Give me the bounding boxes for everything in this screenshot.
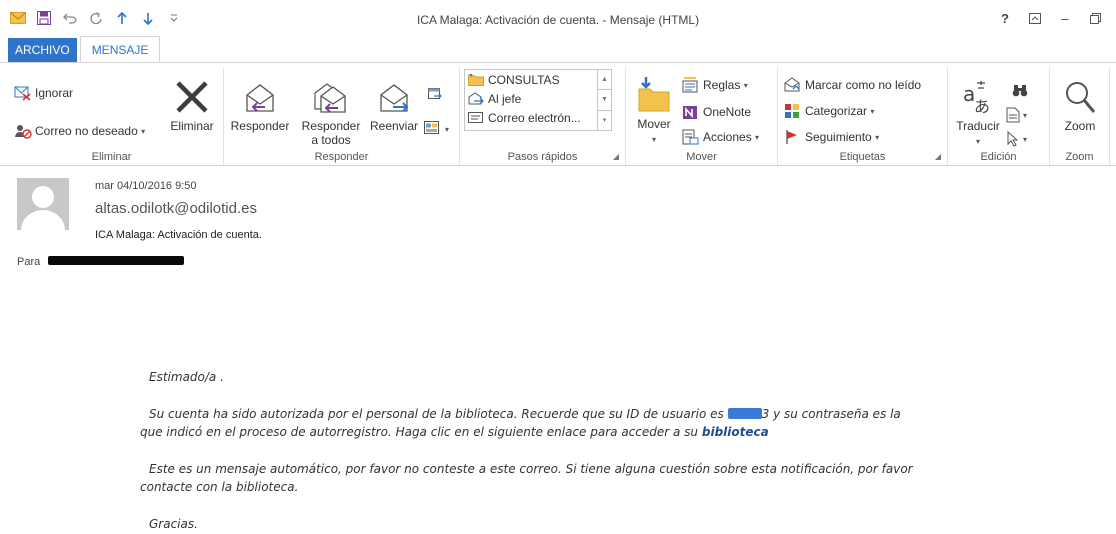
group-label-responder: Responder xyxy=(314,151,369,163)
mail-icon xyxy=(468,112,483,123)
group-label-pasos-rapidos: Pasos rápidos xyxy=(507,151,578,163)
sender-address[interactable]: altas.odilotk@odilotid.es xyxy=(95,200,257,217)
categorize-button[interactable]: Categorizar ▾ xyxy=(784,103,874,119)
group-eliminar: Ignorar Correo no deseado ▾ Eliminar Eli… xyxy=(0,67,224,165)
group-label-mover: Mover xyxy=(686,151,717,163)
delete-button[interactable]: Eliminar xyxy=(164,75,220,133)
group-etiquetas: Marcar como no leído Categorizar ▾ Segui… xyxy=(778,67,948,165)
dialog-launcher-icon[interactable]: ◢ xyxy=(613,152,619,161)
svg-text:あ: あ xyxy=(974,97,990,115)
more-respond-button[interactable]: ▾ xyxy=(424,121,449,137)
reply-all-button[interactable]: Responder a todos xyxy=(294,75,368,147)
related-doc-icon xyxy=(1006,107,1020,123)
related-button[interactable]: ▾ xyxy=(1006,107,1027,123)
onenote-icon xyxy=(683,106,697,119)
tags-dialog-launcher-icon[interactable]: ◢ xyxy=(935,152,941,161)
scroll-down-icon[interactable]: ▼ xyxy=(598,90,611,111)
body-paragraph-1: Su cuenta ha sido autorizada por el pers… xyxy=(140,407,901,439)
quick-steps-scrollbar[interactable]: ▲ ▼ ▾ xyxy=(597,70,611,130)
ignore-button[interactable]: Ignorar xyxy=(14,85,73,101)
restore-button[interactable] xyxy=(1080,10,1110,26)
body-thanks: Gracias. xyxy=(149,517,198,531)
ribbon: Ignorar Correo no deseado ▾ Eliminar Eli… xyxy=(0,62,1116,166)
move-folder-icon xyxy=(638,77,670,112)
tab-mensaje[interactable]: MENSAJE xyxy=(79,36,161,62)
body-paragraph-2: Este es un mensaje automático, por favor… xyxy=(140,462,913,494)
quick-step-al-jefe[interactable]: Al jefe xyxy=(465,89,611,108)
title-bar: ICA Malaga: Activación de cuenta. - Mens… xyxy=(0,0,1116,34)
ribbon-display-options-button[interactable] xyxy=(1020,10,1050,26)
junk-button[interactable]: Correo no deseado ▾ xyxy=(14,123,145,139)
avatar xyxy=(17,178,69,230)
group-label-edicion: Edición xyxy=(980,151,1017,163)
group-mover: Mover ▾ Reglas ▾ OneNote Acciones ▾ Mover xyxy=(626,67,778,165)
quick-step-correo-electronico[interactable]: Correo electrón... xyxy=(465,108,611,127)
message-subject: ICA Malaga: Activación de cuenta. xyxy=(95,229,262,241)
follow-up-button[interactable]: Seguimiento ▾ xyxy=(784,129,879,145)
translate-button[interactable]: a あ Traducir ▾ xyxy=(952,75,1004,149)
rules-button[interactable]: Reglas ▾ xyxy=(682,77,748,93)
folder-icon xyxy=(468,74,484,86)
quick-step-consultas[interactable]: CONSULTAS xyxy=(465,70,611,89)
scroll-up-icon[interactable]: ▲ xyxy=(598,70,611,91)
group-label-eliminar: Eliminar xyxy=(91,151,132,163)
zoom-icon xyxy=(1066,82,1096,113)
user-id-redaction xyxy=(727,408,762,419)
group-edicion: a あ Traducir ▾ ▾ ▾ Edición xyxy=(948,67,1050,165)
binoculars-icon xyxy=(1012,85,1028,97)
group-pasos-rapidos: CONSULTAS Al jefe Correo electrón... ▲ ▼… xyxy=(460,67,626,165)
translate-icon: a あ xyxy=(963,81,990,115)
select-button[interactable]: ▾ xyxy=(1006,131,1027,147)
categorize-icon xyxy=(785,104,799,118)
group-label-zoom: Zoom xyxy=(1065,151,1094,163)
reply-icon xyxy=(246,84,274,112)
im-icon xyxy=(424,121,439,134)
actions-button[interactable]: Acciones ▾ xyxy=(682,129,759,145)
tab-archivo[interactable]: ARCHIVO xyxy=(8,38,77,62)
to-label: Para xyxy=(17,256,41,268)
group-zoom: Zoom Zoom xyxy=(1050,67,1110,165)
minimize-button[interactable]: – xyxy=(1050,10,1080,26)
rules-icon xyxy=(682,77,698,93)
forward-icon xyxy=(380,84,409,112)
recipient-redaction xyxy=(48,256,184,265)
find-button[interactable] xyxy=(1012,83,1031,97)
flag-icon xyxy=(786,130,797,144)
group-responder: Responder Responder a todos Reenviar ▾ R… xyxy=(224,67,460,165)
reply-all-icon xyxy=(314,83,346,113)
group-label-etiquetas: Etiquetas xyxy=(839,151,886,163)
meeting-reply-icon[interactable] xyxy=(428,87,445,100)
actions-icon xyxy=(682,129,699,145)
forward-mail-icon xyxy=(468,92,484,105)
cursor-icon xyxy=(1007,131,1019,147)
quick-steps-gallery: CONSULTAS Al jefe Correo electrón... ▲ ▼… xyxy=(464,69,612,131)
help-button[interactable]: ? xyxy=(990,10,1020,26)
reply-button[interactable]: Responder xyxy=(228,75,292,133)
onenote-button[interactable]: OneNote xyxy=(682,104,751,120)
message-date: mar 04/10/2016 9:50 xyxy=(95,180,197,192)
delete-icon xyxy=(176,81,208,113)
ignore-icon xyxy=(14,86,31,101)
window-title: ICA Malaga: Activación de cuenta. - Mens… xyxy=(416,13,700,27)
junk-icon xyxy=(15,125,32,139)
ribbon-tabs: ARCHIVO MENSAJE xyxy=(8,36,161,62)
move-button[interactable]: Mover ▾ xyxy=(630,73,678,147)
forward-button[interactable]: Reenviar xyxy=(366,75,422,133)
mark-unread-icon xyxy=(784,77,800,92)
expand-gallery-icon[interactable]: ▾ xyxy=(598,111,611,130)
mark-unread-button[interactable]: Marcar como no leído xyxy=(784,77,921,93)
body-greeting: Estimado/a . xyxy=(149,370,224,384)
library-link[interactable]: biblioteca xyxy=(702,425,769,439)
zoom-button[interactable]: Zoom xyxy=(1054,75,1106,133)
